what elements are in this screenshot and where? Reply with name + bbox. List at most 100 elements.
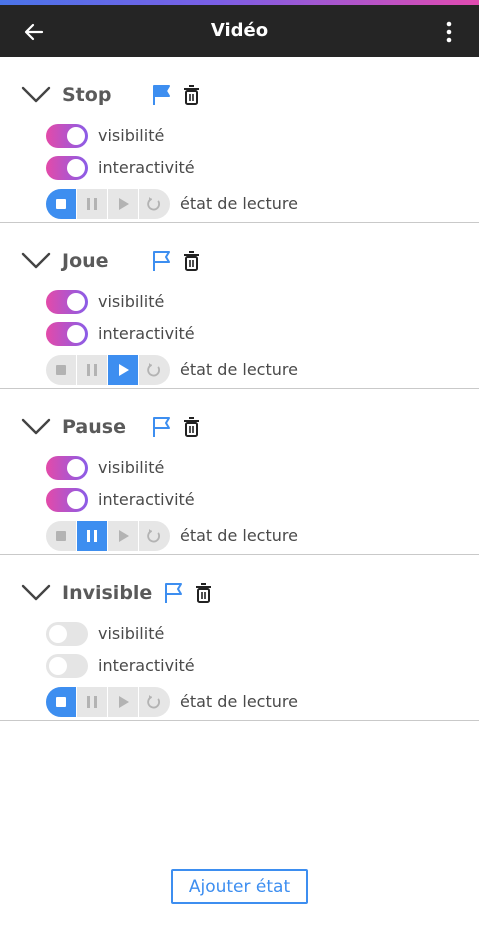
playback-row: état de lecture bbox=[46, 355, 466, 385]
trash-icon bbox=[183, 85, 199, 105]
default-state-flag-button[interactable] bbox=[162, 581, 184, 605]
play-button[interactable] bbox=[108, 521, 138, 551]
playback-label: état de lecture bbox=[180, 194, 298, 213]
collapse-toggle[interactable] bbox=[20, 581, 52, 605]
play-icon bbox=[119, 530, 129, 542]
interactivity-row: interactivité bbox=[46, 487, 466, 513]
app-root: Vidéo Stop visibilité interactivité état de… bbox=[0, 0, 479, 927]
stop-icon bbox=[56, 199, 66, 209]
visibility-toggle[interactable] bbox=[46, 124, 88, 148]
interactivity-toggle[interactable] bbox=[46, 156, 88, 180]
chevron-down-icon bbox=[21, 86, 51, 103]
visibility-toggle[interactable] bbox=[46, 622, 88, 646]
player-divider bbox=[138, 687, 139, 717]
stop-icon bbox=[56, 531, 66, 541]
interactivity-toggle[interactable] bbox=[46, 322, 88, 346]
toggle-knob bbox=[49, 625, 67, 643]
delete-state-button[interactable] bbox=[180, 83, 202, 107]
replay-button[interactable] bbox=[139, 687, 169, 717]
playback-row: état de lecture bbox=[46, 687, 466, 717]
player-divider bbox=[138, 521, 139, 551]
delete-state-button[interactable] bbox=[192, 581, 214, 605]
add-state-button[interactable]: Ajouter état bbox=[171, 869, 308, 904]
state-header: Invisible bbox=[0, 575, 479, 611]
visibility-label: visibilité bbox=[98, 292, 165, 311]
trash-icon bbox=[195, 583, 211, 603]
toggle-knob bbox=[67, 159, 85, 177]
state-name[interactable]: Joue bbox=[62, 243, 109, 279]
arrow-left-icon bbox=[24, 23, 44, 41]
pause-icon bbox=[87, 530, 97, 542]
default-state-flag-button[interactable] bbox=[150, 83, 172, 107]
state-header: Stop bbox=[0, 77, 479, 113]
flag-filled-icon bbox=[153, 85, 170, 105]
state-name[interactable]: Stop bbox=[62, 77, 111, 113]
state-section: Stop visibilité interactivité état de lectu… bbox=[0, 57, 479, 223]
stop-button[interactable] bbox=[46, 521, 76, 551]
toggle-knob bbox=[67, 127, 85, 145]
player-divider bbox=[138, 189, 139, 219]
playback-label: état de lecture bbox=[180, 692, 298, 711]
state-header: Pause bbox=[0, 409, 479, 445]
play-button[interactable] bbox=[108, 687, 138, 717]
stop-button[interactable] bbox=[46, 355, 76, 385]
stop-button[interactable] bbox=[46, 189, 76, 219]
more-menu-button[interactable] bbox=[439, 16, 459, 48]
pause-button[interactable] bbox=[77, 355, 107, 385]
visibility-row: visibilité bbox=[46, 455, 466, 481]
playback-row: état de lecture bbox=[46, 521, 466, 551]
interactivity-toggle[interactable] bbox=[46, 654, 88, 678]
player-divider bbox=[107, 687, 108, 717]
delete-state-button[interactable] bbox=[180, 249, 202, 273]
interactivity-row: interactivité bbox=[46, 155, 466, 181]
playback-label: état de lecture bbox=[180, 360, 298, 379]
replay-button[interactable] bbox=[139, 189, 169, 219]
pause-button[interactable] bbox=[77, 521, 107, 551]
chevron-down-icon bbox=[21, 584, 51, 601]
replay-button[interactable] bbox=[139, 355, 169, 385]
playback-control bbox=[46, 189, 170, 219]
state-name[interactable]: Pause bbox=[62, 409, 126, 445]
chevron-down-icon bbox=[21, 418, 51, 435]
play-icon bbox=[119, 198, 129, 210]
stop-icon bbox=[56, 365, 66, 375]
state-section: Pause visibilité interactivité état de lect… bbox=[0, 389, 479, 555]
back-button[interactable] bbox=[18, 16, 50, 48]
play-icon bbox=[119, 364, 129, 376]
collapse-toggle[interactable] bbox=[20, 415, 52, 439]
player-divider bbox=[107, 521, 108, 551]
interactivity-toggle[interactable] bbox=[46, 488, 88, 512]
default-state-flag-button[interactable] bbox=[150, 415, 172, 439]
state-name[interactable]: Invisible bbox=[62, 575, 152, 611]
collapse-toggle[interactable] bbox=[20, 249, 52, 273]
collapse-toggle[interactable] bbox=[20, 83, 52, 107]
interactivity-label: interactivité bbox=[98, 324, 195, 343]
page-title: Vidéo bbox=[210, 20, 269, 41]
pause-button[interactable] bbox=[77, 687, 107, 717]
toggle-knob bbox=[67, 459, 85, 477]
visibility-toggle[interactable] bbox=[46, 456, 88, 480]
replay-icon bbox=[147, 529, 160, 543]
playback-control bbox=[46, 355, 170, 385]
player-divider bbox=[107, 189, 108, 219]
replay-button[interactable] bbox=[139, 521, 169, 551]
pause-icon bbox=[87, 198, 97, 210]
stop-button[interactable] bbox=[46, 687, 76, 717]
visibility-label: visibilité bbox=[98, 126, 165, 145]
interactivity-row: interactivité bbox=[46, 321, 466, 347]
trash-icon bbox=[183, 417, 199, 437]
interactivity-row: interactivité bbox=[46, 653, 466, 679]
default-state-flag-button[interactable] bbox=[150, 249, 172, 273]
play-button[interactable] bbox=[108, 189, 138, 219]
delete-state-button[interactable] bbox=[180, 415, 202, 439]
visibility-toggle[interactable] bbox=[46, 290, 88, 314]
interactivity-label: interactivité bbox=[98, 158, 195, 177]
pause-icon bbox=[87, 696, 97, 708]
interactivity-label: interactivité bbox=[98, 490, 195, 509]
pause-button[interactable] bbox=[77, 189, 107, 219]
trash-icon bbox=[183, 251, 199, 271]
play-button[interactable] bbox=[108, 355, 138, 385]
state-section: Joue visibilité interactivité état de lectu… bbox=[0, 223, 479, 389]
visibility-row: visibilité bbox=[46, 123, 466, 149]
playback-row: état de lecture bbox=[46, 189, 466, 219]
